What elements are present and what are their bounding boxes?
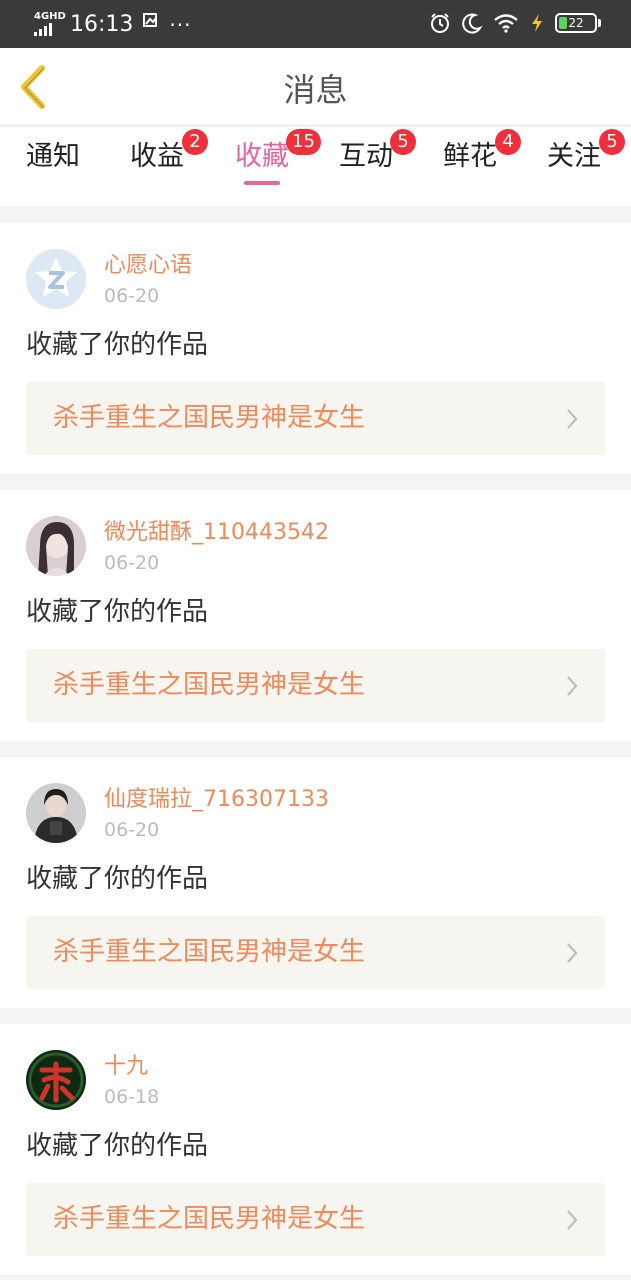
unread-badge: 2 (182, 129, 208, 155)
status-bar: 4GHD 16:13 ··· 22 (0, 0, 631, 48)
message-card: 心愿心语 06-20 收藏了你的作品 杀手重生之国民男神是女生 (0, 223, 631, 474)
header: 消息 (0, 48, 631, 126)
page-title: 消息 (283, 71, 348, 109)
work-link[interactable]: 杀手重生之国民男神是女生 (26, 382, 605, 455)
action-text: 收藏了你的作品 (26, 597, 209, 627)
tab-notifications[interactable]: 通知 (26, 139, 80, 197)
user-photo-avatar[interactable] (26, 516, 86, 576)
work-title: 杀手重生之国民男神是女生 (53, 1204, 366, 1234)
chevron-right-icon (567, 409, 578, 429)
chevron-right-icon (567, 1210, 578, 1230)
tab-interactions[interactable]: 互动 5 (339, 129, 416, 197)
more-notifications-icon: ··· (169, 12, 192, 37)
unread-badge: 5 (390, 129, 416, 155)
tab-bar: 通知 收益 2 收藏 15 互动 5 鲜花 4 关注 5 (0, 127, 631, 206)
tab-label: 关注 (547, 141, 601, 172)
username[interactable]: 仙度瑞拉_716307133 (104, 785, 329, 815)
unread-badge: 5 (599, 129, 625, 155)
action-text: 收藏了你的作品 (26, 1131, 209, 1161)
tab-label: 收益 (130, 141, 184, 172)
screenshot-icon (141, 10, 161, 39)
tab-label: 互动 (339, 141, 393, 172)
username[interactable]: 心愿心语 (104, 251, 192, 281)
active-tab-indicator (244, 181, 280, 185)
moon-icon (461, 12, 483, 34)
user-photo-avatar[interactable] (26, 783, 86, 843)
network-type: 4GHD (34, 10, 66, 22)
work-title: 杀手重生之国民男神是女生 (53, 670, 366, 700)
tab-flowers[interactable]: 鲜花 4 (443, 129, 521, 197)
chevron-right-icon (567, 943, 578, 963)
tab-label: 鲜花 (443, 141, 497, 172)
tab-label: 通知 (26, 141, 80, 172)
message-card: 微光甜酥_110443542 06-20 收藏了你的作品 杀手重生之国民男神是女… (0, 490, 631, 741)
tab-earnings[interactable]: 收益 2 (130, 129, 208, 197)
signal-icon: 4GHD (34, 11, 66, 38)
username[interactable]: 十九 (104, 1052, 148, 1082)
tab-favorites[interactable]: 收藏 15 (235, 129, 321, 197)
battery-icon: 22 (555, 13, 601, 33)
message-card: 十九 06-18 收藏了你的作品 杀手重生之国民男神是女生 (0, 1024, 631, 1275)
battery-level: 22 (568, 16, 584, 30)
work-title: 杀手重生之国民男神是女生 (53, 403, 366, 433)
tab-follows[interactable]: 关注 5 (547, 129, 625, 197)
message-card: 仙度瑞拉_716307133 06-20 收藏了你的作品 杀手重生之国民男神是女… (0, 757, 631, 1008)
alarm-icon (429, 12, 451, 34)
action-text: 收藏了你的作品 (26, 864, 209, 894)
unread-badge: 4 (495, 129, 521, 155)
work-link[interactable]: 杀手重生之国民男神是女生 (26, 649, 605, 722)
status-time: 16:13 (70, 11, 134, 37)
charging-icon (529, 13, 545, 33)
message-date: 06-20 (104, 285, 160, 307)
unread-badge: 15 (286, 129, 321, 155)
work-link[interactable]: 杀手重生之国民男神是女生 (26, 916, 605, 989)
user-logo-avatar[interactable] (26, 1050, 86, 1110)
default-avatar-icon[interactable] (26, 249, 86, 309)
action-text: 收藏了你的作品 (26, 330, 209, 360)
wifi-icon (493, 13, 519, 33)
message-date: 06-18 (104, 1086, 160, 1108)
message-date: 06-20 (104, 819, 160, 841)
message-date: 06-20 (104, 552, 160, 574)
username[interactable]: 微光甜酥_110443542 (104, 518, 329, 548)
work-link[interactable]: 杀手重生之国民男神是女生 (26, 1183, 605, 1256)
work-title: 杀手重生之国民男神是女生 (53, 937, 366, 967)
tab-label: 收藏 (235, 141, 289, 172)
chevron-right-icon (567, 676, 578, 696)
